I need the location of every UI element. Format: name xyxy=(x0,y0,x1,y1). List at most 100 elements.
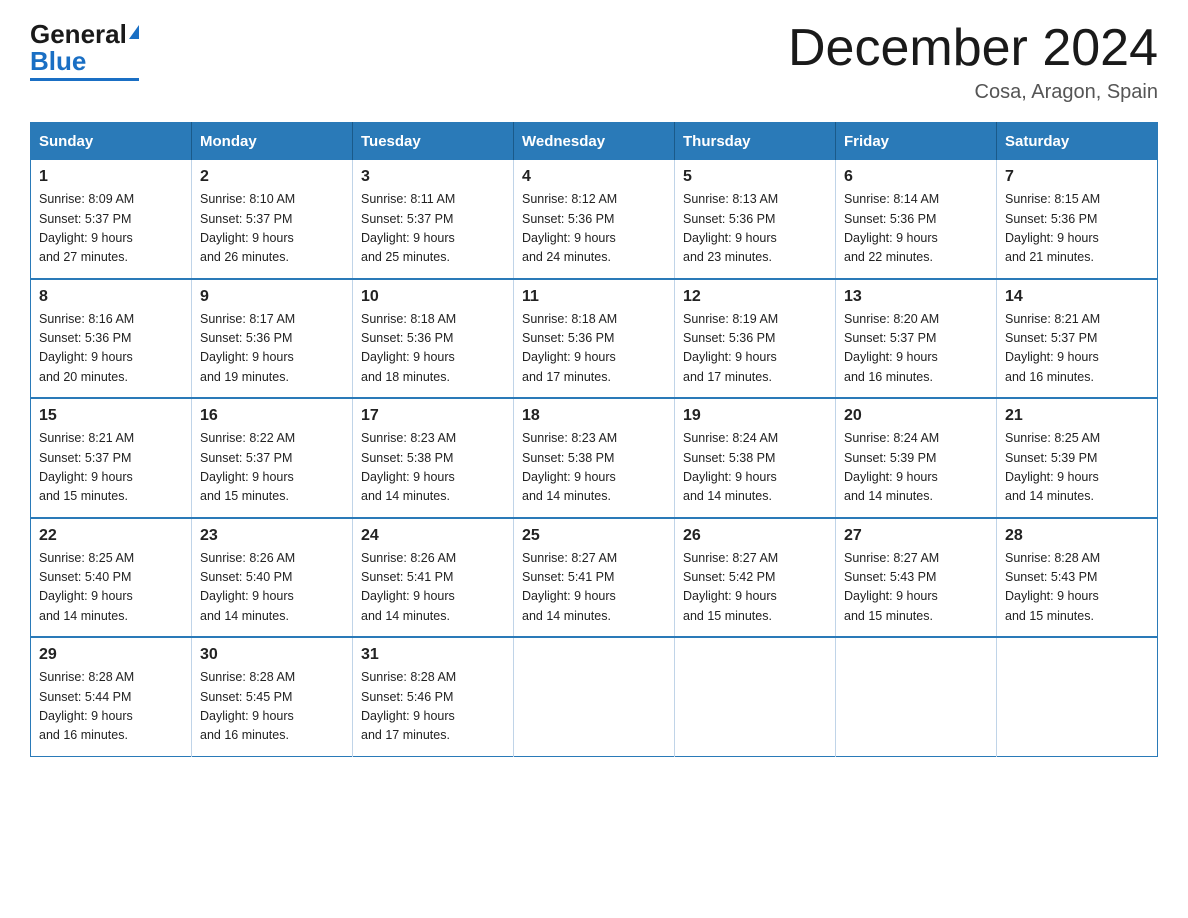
title-block: December 2024 Cosa, Aragon, Spain xyxy=(788,20,1158,104)
day-info: Sunrise: 8:25 AMSunset: 5:39 PMDaylight:… xyxy=(1005,429,1149,507)
logo-underline xyxy=(30,78,139,81)
day-number: 3 xyxy=(361,168,505,186)
col-tuesday: Tuesday xyxy=(353,123,514,161)
table-row: 17Sunrise: 8:23 AMSunset: 5:38 PMDayligh… xyxy=(353,398,514,518)
day-number: 6 xyxy=(844,168,988,186)
table-row: 5 Sunrise: 8:13 AMSunset: 5:36 PMDaylight… xyxy=(675,160,836,279)
day-number: 5 xyxy=(683,168,827,186)
day-info: Sunrise: 8:13 AMSunset: 5:36 PMDaylight:… xyxy=(683,190,827,268)
day-info: Sunrise: 8:27 AMSunset: 5:41 PMDaylight:… xyxy=(522,549,666,627)
day-number: 1 xyxy=(39,168,183,186)
table-row: 27 Sunrise: 8:27 AMSunset: 5:43 PMDayligh… xyxy=(836,518,997,638)
location-subtitle: Cosa, Aragon, Spain xyxy=(788,81,1158,104)
day-info: Sunrise: 8:21 AMSunset: 5:37 PMDaylight:… xyxy=(39,429,183,507)
day-number: 22 xyxy=(39,527,183,545)
calendar-week-row: 1 Sunrise: 8:09 AMSunset: 5:37 PMDaylight… xyxy=(31,160,1158,279)
calendar-week-row: 29 Sunrise: 8:28 AMSunset: 5:44 PMDayligh… xyxy=(31,637,1158,756)
logo-general-text: General xyxy=(30,20,127,49)
page-header: General Blue December 2024 Cosa, Aragon,… xyxy=(30,20,1158,104)
table-row: 4 Sunrise: 8:12 AMSunset: 5:36 PMDaylight… xyxy=(514,160,675,279)
day-number: 9 xyxy=(200,288,344,306)
table-row: 10 Sunrise: 8:18 AMSunset: 5:36 PMDayligh… xyxy=(353,279,514,399)
calendar-header-row: Sunday Monday Tuesday Wednesday Thursday… xyxy=(31,123,1158,161)
col-monday: Monday xyxy=(192,123,353,161)
day-info: Sunrise: 8:28 AMSunset: 5:43 PMDaylight:… xyxy=(1005,549,1149,627)
day-info: Sunrise: 8:24 AMSunset: 5:38 PMDaylight:… xyxy=(683,429,827,507)
day-number: 7 xyxy=(1005,168,1149,186)
day-number: 29 xyxy=(39,646,183,664)
day-number: 10 xyxy=(361,288,505,306)
day-info: Sunrise: 8:26 AMSunset: 5:41 PMDaylight:… xyxy=(361,549,505,627)
day-info: Sunrise: 8:14 AMSunset: 5:36 PMDaylight:… xyxy=(844,190,988,268)
col-friday: Friday xyxy=(836,123,997,161)
day-number: 20 xyxy=(844,407,988,425)
table-row: 11Sunrise: 8:18 AMSunset: 5:36 PMDayligh… xyxy=(514,279,675,399)
day-number: 8 xyxy=(39,288,183,306)
table-row: 9Sunrise: 8:17 AMSunset: 5:36 PMDaylight… xyxy=(192,279,353,399)
table-row: 20 Sunrise: 8:24 AMSunset: 5:39 PMDayligh… xyxy=(836,398,997,518)
day-number: 12 xyxy=(683,288,827,306)
day-info: Sunrise: 8:11 AMSunset: 5:37 PMDaylight:… xyxy=(361,190,505,268)
table-row: 30 Sunrise: 8:28 AMSunset: 5:45 PMDayligh… xyxy=(192,637,353,756)
day-number: 4 xyxy=(522,168,666,186)
day-number: 15 xyxy=(39,407,183,425)
table-row: 3 Sunrise: 8:11 AMSunset: 5:37 PMDaylight… xyxy=(353,160,514,279)
calendar-week-row: 22 Sunrise: 8:25 AMSunset: 5:40 PMDayligh… xyxy=(31,518,1158,638)
day-info: Sunrise: 8:25 AMSunset: 5:40 PMDaylight:… xyxy=(39,549,183,627)
day-info: Sunrise: 8:09 AMSunset: 5:37 PMDaylight:… xyxy=(39,190,183,268)
day-number: 13 xyxy=(844,288,988,306)
col-saturday: Saturday xyxy=(997,123,1158,161)
table-row xyxy=(836,637,997,756)
day-info: Sunrise: 8:26 AMSunset: 5:40 PMDaylight:… xyxy=(200,549,344,627)
day-info: Sunrise: 8:24 AMSunset: 5:39 PMDaylight:… xyxy=(844,429,988,507)
day-number: 27 xyxy=(844,527,988,545)
table-row: 26 Sunrise: 8:27 AMSunset: 5:42 PMDayligh… xyxy=(675,518,836,638)
col-sunday: Sunday xyxy=(31,123,192,161)
day-number: 26 xyxy=(683,527,827,545)
table-row: 24 Sunrise: 8:26 AMSunset: 5:41 PMDayligh… xyxy=(353,518,514,638)
day-number: 18 xyxy=(522,407,666,425)
table-row: 18 Sunrise: 8:23 AMSunset: 5:38 PMDayligh… xyxy=(514,398,675,518)
table-row: 8 Sunrise: 8:16 AMSunset: 5:36 PMDaylight… xyxy=(31,279,192,399)
day-info: Sunrise: 8:23 AMSunset: 5:38 PMDaylight:… xyxy=(361,429,505,507)
day-info: Sunrise: 8:12 AMSunset: 5:36 PMDaylight:… xyxy=(522,190,666,268)
calendar-week-row: 8 Sunrise: 8:16 AMSunset: 5:36 PMDaylight… xyxy=(31,279,1158,399)
day-info: Sunrise: 8:23 AMSunset: 5:38 PMDaylight:… xyxy=(522,429,666,507)
logo-triangle-icon xyxy=(129,25,139,39)
day-number: 25 xyxy=(522,527,666,545)
table-row xyxy=(997,637,1158,756)
day-info: Sunrise: 8:28 AMSunset: 5:44 PMDaylight:… xyxy=(39,668,183,746)
col-wednesday: Wednesday xyxy=(514,123,675,161)
day-info: Sunrise: 8:27 AMSunset: 5:42 PMDaylight:… xyxy=(683,549,827,627)
day-info: Sunrise: 8:27 AMSunset: 5:43 PMDaylight:… xyxy=(844,549,988,627)
day-info: Sunrise: 8:19 AMSunset: 5:36 PMDaylight:… xyxy=(683,310,827,388)
table-row: 15 Sunrise: 8:21 AMSunset: 5:37 PMDayligh… xyxy=(31,398,192,518)
table-row: 12 Sunrise: 8:19 AMSunset: 5:36 PMDayligh… xyxy=(675,279,836,399)
table-row: 25 Sunrise: 8:27 AMSunset: 5:41 PMDayligh… xyxy=(514,518,675,638)
day-info: Sunrise: 8:28 AMSunset: 5:45 PMDaylight:… xyxy=(200,668,344,746)
calendar-table: Sunday Monday Tuesday Wednesday Thursday… xyxy=(30,122,1158,757)
day-number: 31 xyxy=(361,646,505,664)
day-number: 2 xyxy=(200,168,344,186)
table-row: 6 Sunrise: 8:14 AMSunset: 5:36 PMDaylight… xyxy=(836,160,997,279)
day-number: 21 xyxy=(1005,407,1149,425)
day-number: 11 xyxy=(522,288,666,306)
day-info: Sunrise: 8:21 AMSunset: 5:37 PMDaylight:… xyxy=(1005,310,1149,388)
day-number: 23 xyxy=(200,527,344,545)
table-row: 29 Sunrise: 8:28 AMSunset: 5:44 PMDayligh… xyxy=(31,637,192,756)
day-info: Sunrise: 8:10 AMSunset: 5:37 PMDaylight:… xyxy=(200,190,344,268)
day-info: Sunrise: 8:15 AMSunset: 5:36 PMDaylight:… xyxy=(1005,190,1149,268)
day-number: 19 xyxy=(683,407,827,425)
table-row: 1 Sunrise: 8:09 AMSunset: 5:37 PMDaylight… xyxy=(31,160,192,279)
table-row xyxy=(675,637,836,756)
day-info: Sunrise: 8:18 AMSunset: 5:36 PMDaylight:… xyxy=(361,310,505,388)
calendar-week-row: 15 Sunrise: 8:21 AMSunset: 5:37 PMDayligh… xyxy=(31,398,1158,518)
table-row: 13Sunrise: 8:20 AMSunset: 5:37 PMDayligh… xyxy=(836,279,997,399)
table-row: 19 Sunrise: 8:24 AMSunset: 5:38 PMDayligh… xyxy=(675,398,836,518)
logo: General Blue xyxy=(30,20,139,81)
day-number: 24 xyxy=(361,527,505,545)
logo-blue-text: Blue xyxy=(30,47,86,76)
day-number: 14 xyxy=(1005,288,1149,306)
day-info: Sunrise: 8:16 AMSunset: 5:36 PMDaylight:… xyxy=(39,310,183,388)
day-number: 30 xyxy=(200,646,344,664)
